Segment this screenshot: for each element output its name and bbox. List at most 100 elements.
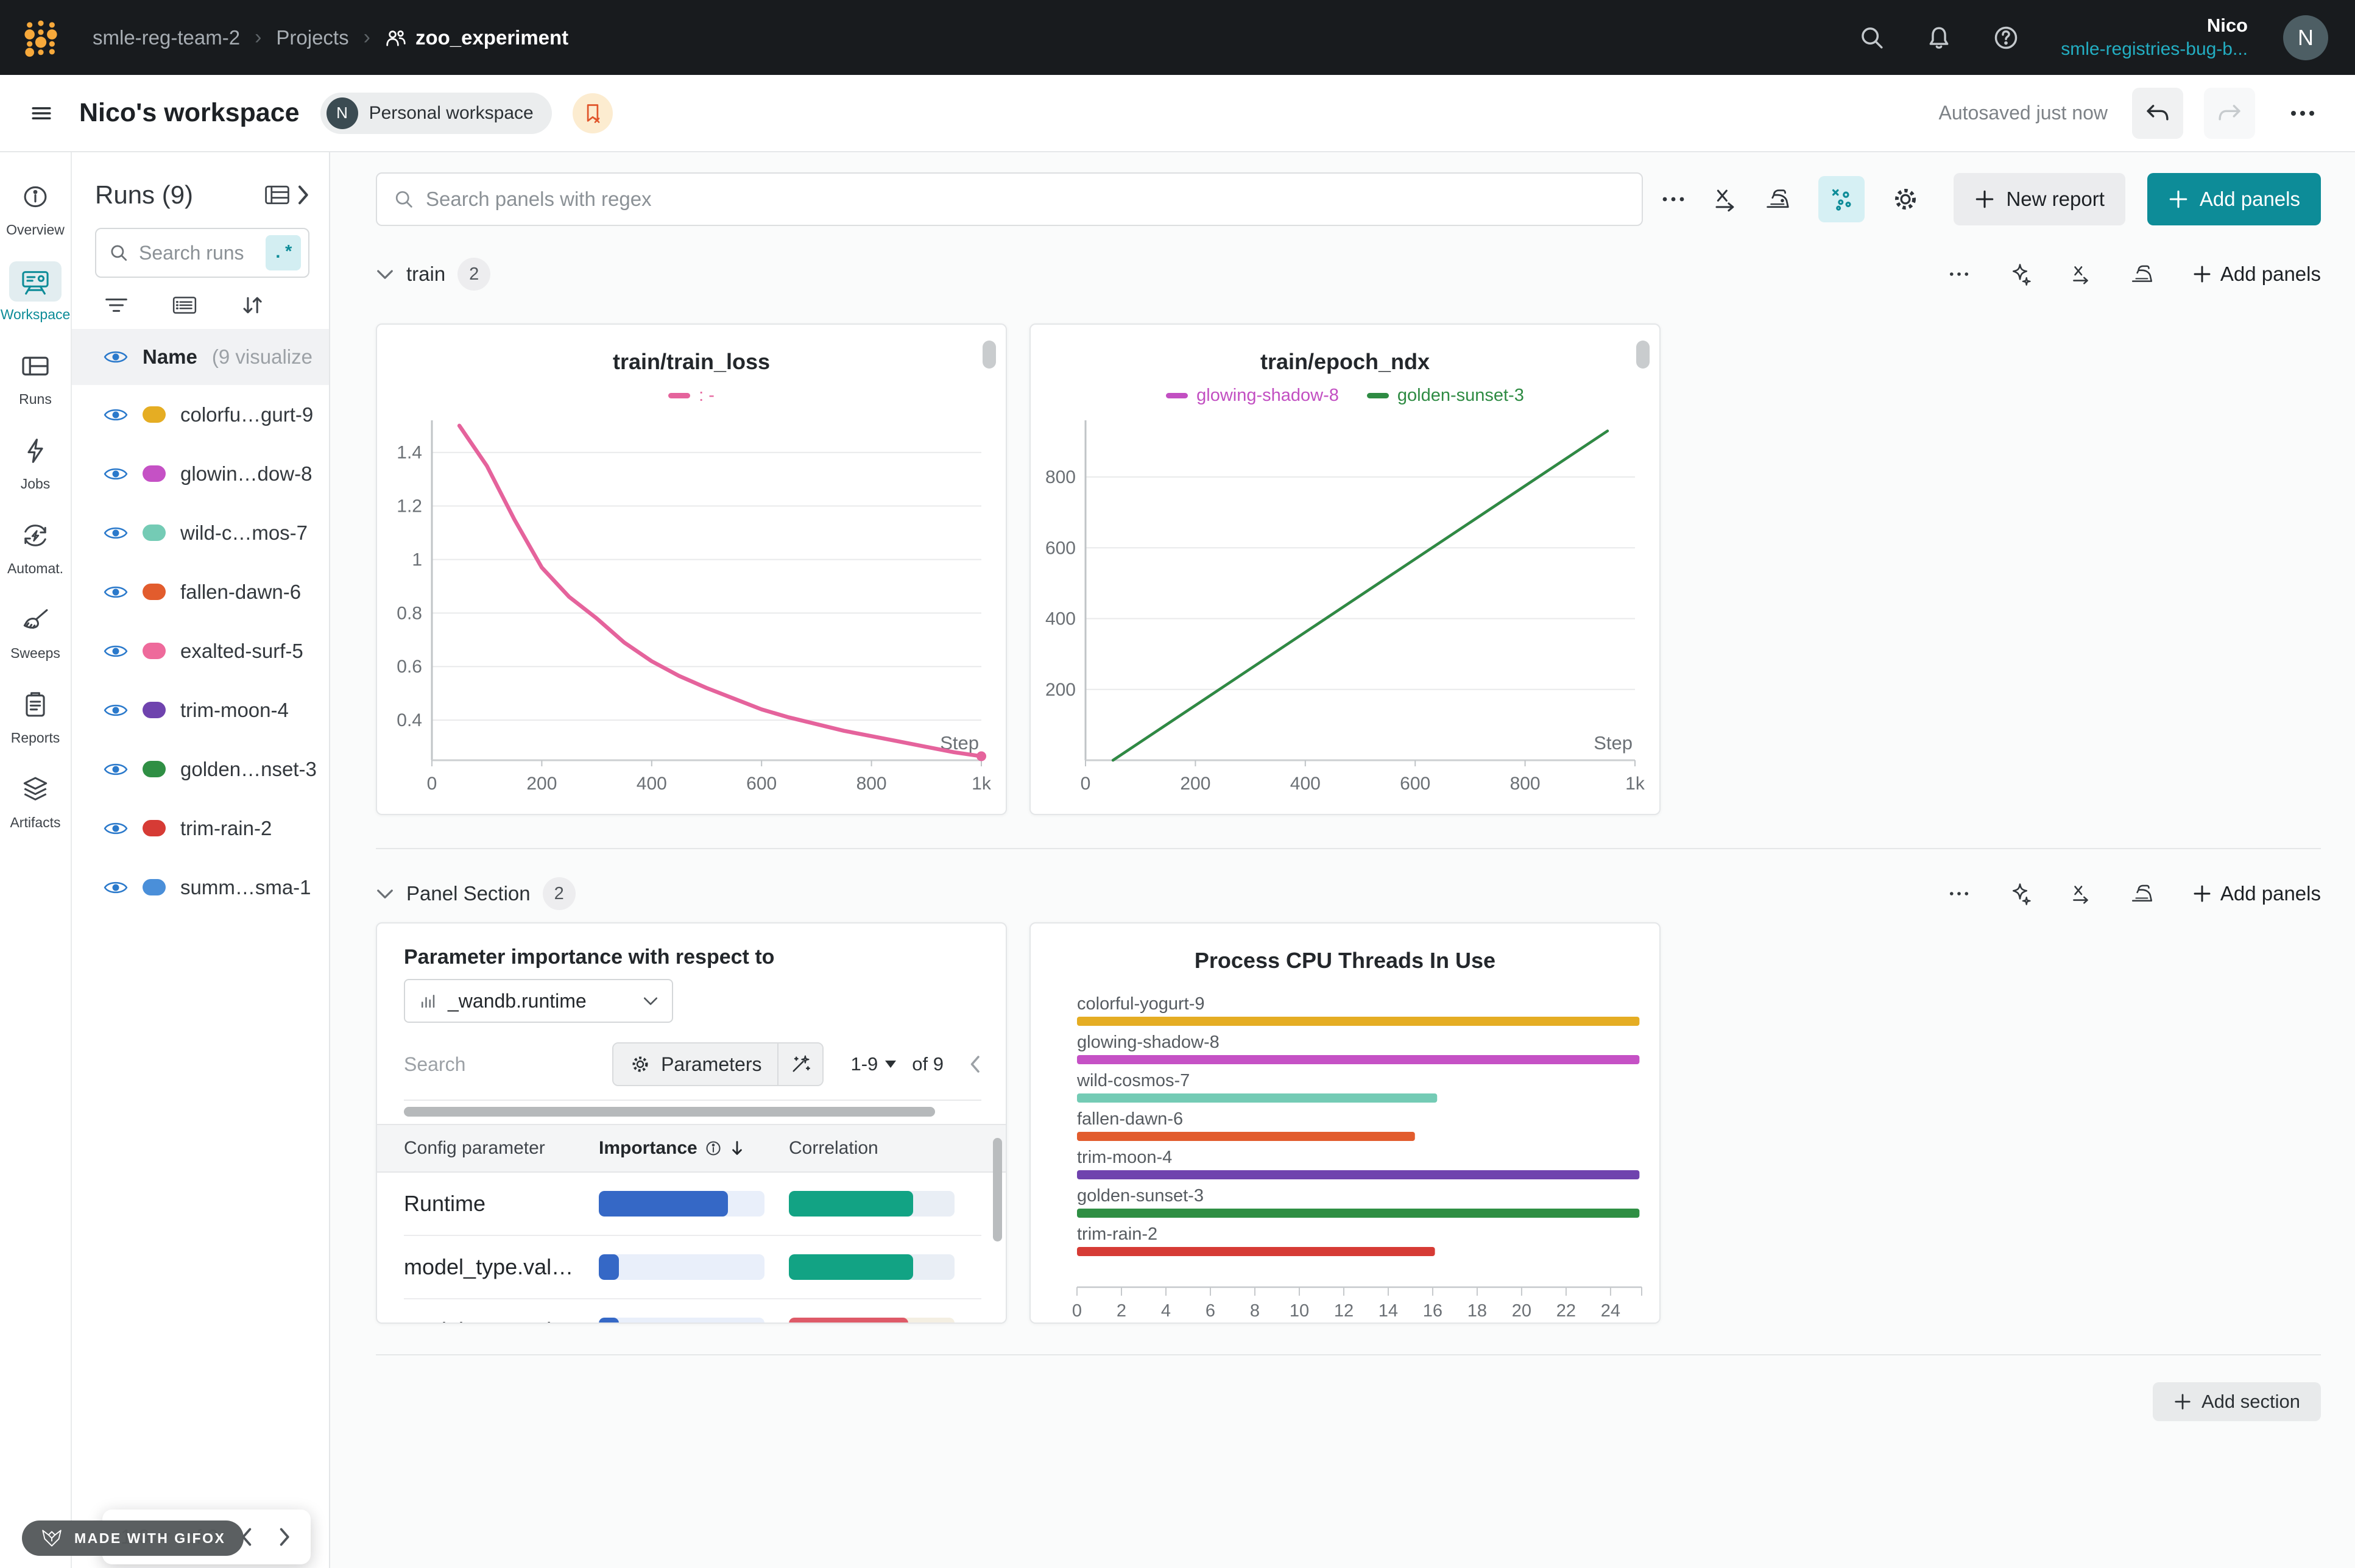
sidebar-item-reports[interactable]: Reports [0, 685, 71, 746]
runs-list-header[interactable]: Name (9 visualize [72, 329, 329, 385]
breadcrumb-team[interactable]: smle-reg-team-2 [93, 26, 240, 49]
sparkle-icon[interactable] [2008, 882, 2032, 905]
panel-scrollbar[interactable] [1636, 341, 1650, 369]
panel-more-menu[interactable] [1661, 194, 1686, 204]
panel-parameter-importance[interactable]: Parameter importance with respect to _wa… [376, 922, 1007, 1324]
importance-search-input[interactable]: Search [404, 1053, 465, 1076]
run-list-item[interactable]: fallen-dawn-6 [72, 562, 329, 621]
parameters-button[interactable]: Parameters [613, 1044, 779, 1085]
eye-icon[interactable] [104, 642, 128, 660]
hamburger-menu-icon[interactable] [24, 96, 58, 130]
panel-cpu-threads[interactable]: Process CPU Threads In Use colorful-yogu… [1029, 922, 1661, 1324]
sparkle-icon[interactable] [2008, 263, 2032, 286]
user-org-link[interactable]: smle-registries-bug-b... [2061, 38, 2248, 61]
wandb-logo-icon[interactable] [21, 18, 61, 58]
panel-epoch-ndx[interactable]: train/epoch_ndx glowing-shadow-8golden-s… [1029, 323, 1661, 815]
x-axis-icon[interactable] [2069, 882, 2092, 905]
discard-draft-button[interactable] [573, 93, 613, 133]
panel-train-loss[interactable]: train/train_loss : - 0.40.60.811.21.4020… [376, 323, 1007, 815]
epoch-ndx-chart[interactable]: 20040060080002004006008001kStep [1042, 415, 1651, 805]
eye-icon[interactable] [104, 701, 128, 719]
horizontal-scrollbar[interactable] [404, 1107, 935, 1117]
eye-icon[interactable] [104, 760, 128, 779]
workspace-settings-button[interactable] [1891, 185, 1919, 213]
filter-icon[interactable] [104, 295, 129, 316]
runs-table-toggle-icon[interactable] [263, 183, 291, 207]
eye-icon[interactable] [104, 878, 128, 897]
sidebar-item-sweeps[interactable]: Sweeps [0, 600, 71, 662]
eye-icon[interactable] [104, 524, 128, 542]
breadcrumb-projects[interactable]: Projects [276, 26, 348, 49]
sidebar-item-artifacts[interactable]: Artifacts [0, 769, 71, 831]
undo-button[interactable] [2132, 88, 2183, 139]
sort-icon[interactable] [240, 294, 264, 317]
importance-table-row[interactable]: model_type.val… [404, 1236, 981, 1299]
run-list-item[interactable]: colorfu…gurt-9 [72, 385, 329, 444]
eye-icon[interactable] [104, 348, 128, 366]
run-list-item[interactable]: summ…sma-1 [72, 858, 329, 917]
run-list-item[interactable]: wild-c…mos-7 [72, 503, 329, 562]
panel-scrollbar[interactable] [983, 341, 996, 369]
group-list-icon[interactable] [172, 294, 197, 316]
run-list-item[interactable]: exalted-surf-5 [72, 621, 329, 680]
section-add-panels-button[interactable]: Add panels [2192, 263, 2321, 286]
help-icon[interactable] [1990, 22, 2022, 54]
magic-wand-button[interactable] [779, 1044, 822, 1085]
svg-text:16: 16 [1423, 1301, 1442, 1318]
redo-button[interactable] [2204, 88, 2255, 139]
run-list-item[interactable]: trim-rain-2 [72, 799, 329, 858]
new-report-button[interactable]: New report [1954, 173, 2125, 225]
info-icon[interactable] [705, 1140, 722, 1157]
run-list-item[interactable]: golden…nset-3 [72, 740, 329, 799]
sidebar-item-jobs[interactable]: Jobs [0, 431, 71, 492]
train-loss-chart[interactable]: 0.40.60.811.21.402004006008001kStep [388, 415, 997, 805]
smoothing-iron-icon[interactable] [2130, 263, 2155, 286]
importance-pagination[interactable]: 1-9 of 9 [850, 1053, 944, 1075]
eye-icon[interactable] [104, 406, 128, 424]
eye-icon[interactable] [104, 583, 128, 601]
add-panels-button[interactable]: Add panels [2147, 173, 2321, 225]
cpu-threads-chart[interactable]: colorful-yogurt-9glowing-shadow-8wild-co… [1042, 989, 1651, 1318]
regex-toggle-button[interactable]: .* [266, 235, 301, 270]
section-title[interactable]: Panel Section [406, 882, 531, 905]
user-avatar[interactable]: N [2283, 15, 2328, 60]
importance-table-row[interactable]: model_type.val… [404, 1299, 981, 1324]
chevron-right-icon[interactable] [278, 1525, 292, 1549]
section-title[interactable]: train [406, 263, 445, 286]
legend-item[interactable]: : - [668, 386, 715, 406]
importance-table-row[interactable]: Runtime [404, 1173, 981, 1236]
vertical-scrollbar[interactable] [993, 1138, 1002, 1241]
breadcrumb-project[interactable]: zoo_experiment [385, 26, 568, 49]
sidebar-item-runs[interactable]: Runs [0, 346, 71, 408]
x-axis-icon[interactable] [2069, 263, 2092, 286]
chevron-down-icon[interactable] [376, 267, 394, 281]
search-icon[interactable] [1856, 22, 1888, 54]
more-dots-icon[interactable] [1947, 889, 1971, 898]
workspace-more-menu[interactable] [2284, 95, 2321, 132]
eye-icon[interactable] [104, 465, 128, 483]
search-runs-input[interactable]: Search runs .* [95, 228, 309, 278]
eye-icon[interactable] [104, 819, 128, 838]
sidebar-item-workspace[interactable]: Workspace [0, 261, 71, 323]
x-axis-settings-button[interactable] [1712, 186, 1738, 212]
section-add-panels-button[interactable]: Add panels [2192, 882, 2321, 905]
metric-selector-dropdown[interactable]: _wandb.runtime [404, 979, 673, 1023]
sidebar-item-automations[interactable]: Automat. [0, 515, 71, 577]
legend-item[interactable]: golden-sunset-3 [1367, 386, 1524, 406]
add-section-button[interactable]: Add section [2153, 1382, 2321, 1421]
chevron-down-icon[interactable] [376, 887, 394, 900]
expand-chevron-icon[interactable] [295, 183, 311, 207]
smoothing-button[interactable] [1765, 186, 1792, 212]
smoothing-iron-icon[interactable] [2130, 882, 2155, 905]
search-panels-input[interactable]: Search panels with regex [376, 172, 1643, 226]
run-list-item[interactable]: trim-moon-4 [72, 680, 329, 740]
chevron-left-icon[interactable] [968, 1053, 981, 1075]
sort-desc-arrow-icon[interactable] [729, 1140, 745, 1157]
more-dots-icon[interactable] [1947, 270, 1971, 278]
notifications-bell-icon[interactable] [1923, 22, 1955, 54]
outliers-toggle-button[interactable] [1818, 176, 1865, 222]
run-list-item[interactable]: glowin…dow-8 [72, 444, 329, 503]
personal-workspace-badge[interactable]: N Personal workspace [320, 93, 552, 134]
sidebar-item-overview[interactable]: Overview [0, 177, 71, 238]
legend-item[interactable]: glowing-shadow-8 [1166, 386, 1339, 406]
